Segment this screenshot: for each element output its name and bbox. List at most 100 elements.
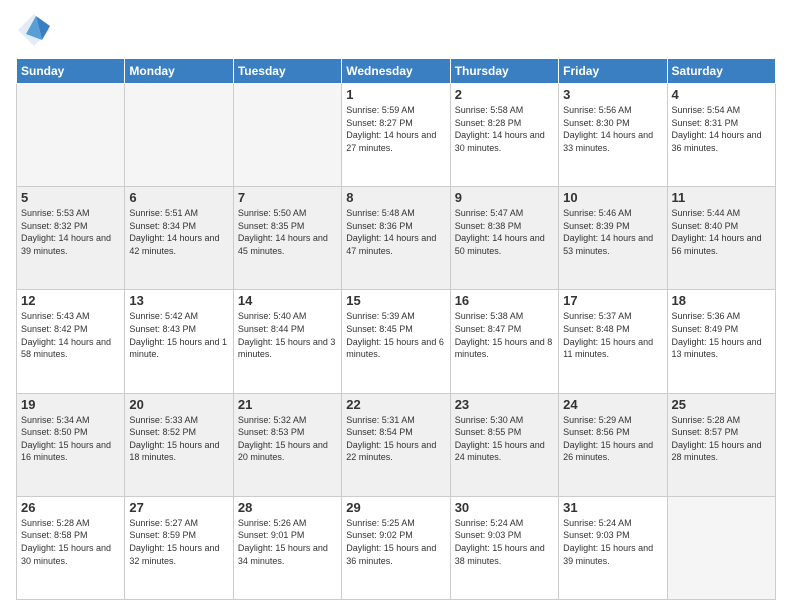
- day-number: 30: [455, 500, 554, 515]
- table-row: 25 Sunrise: 5:28 AMSunset: 8:57 PMDayligh…: [667, 393, 775, 496]
- day-number: 21: [238, 397, 337, 412]
- table-row: 27 Sunrise: 5:27 AMSunset: 8:59 PMDayligh…: [125, 496, 233, 599]
- table-row: 18 Sunrise: 5:36 AMSunset: 8:49 PMDayligh…: [667, 290, 775, 393]
- calendar-header-row: Sunday Monday Tuesday Wednesday Thursday…: [17, 59, 776, 84]
- day-info: Sunrise: 5:28 AMSunset: 8:57 PMDaylight:…: [672, 414, 771, 464]
- table-row: 28 Sunrise: 5:26 AMSunset: 9:01 PMDayligh…: [233, 496, 341, 599]
- day-info: Sunrise: 5:29 AMSunset: 8:56 PMDaylight:…: [563, 414, 662, 464]
- table-row: 22 Sunrise: 5:31 AMSunset: 8:54 PMDayligh…: [342, 393, 450, 496]
- day-info: Sunrise: 5:48 AMSunset: 8:36 PMDaylight:…: [346, 207, 445, 257]
- day-info: Sunrise: 5:56 AMSunset: 8:30 PMDaylight:…: [563, 104, 662, 154]
- table-row: [233, 84, 341, 187]
- table-row: 3 Sunrise: 5:56 AMSunset: 8:30 PMDaylight…: [559, 84, 667, 187]
- day-number: 29: [346, 500, 445, 515]
- table-row: 11 Sunrise: 5:44 AMSunset: 8:40 PMDayligh…: [667, 187, 775, 290]
- table-row: 9Sunrise: 5:47 AMSunset: 8:38 PMDaylight…: [450, 187, 558, 290]
- day-number: 31: [563, 500, 662, 515]
- day-info: Sunrise: 5:42 AMSunset: 8:43 PMDaylight:…: [129, 310, 228, 360]
- col-tuesday: Tuesday: [233, 59, 341, 84]
- table-row: 2Sunrise: 5:58 AMSunset: 8:28 PMDaylight…: [450, 84, 558, 187]
- day-number: 4: [672, 87, 771, 102]
- day-info: Sunrise: 5:51 AMSunset: 8:34 PMDaylight:…: [129, 207, 228, 257]
- table-row: 15Sunrise: 5:39 AMSunset: 8:45 PMDayligh…: [342, 290, 450, 393]
- page: Sunday Monday Tuesday Wednesday Thursday…: [0, 0, 792, 612]
- day-info: Sunrise: 5:44 AMSunset: 8:40 PMDaylight:…: [672, 207, 771, 257]
- calendar-week-row: 12 Sunrise: 5:43 AMSunset: 8:42 PMDayligh…: [17, 290, 776, 393]
- day-number: 1: [346, 87, 445, 102]
- calendar-week-row: 26Sunrise: 5:28 AMSunset: 8:58 PMDayligh…: [17, 496, 776, 599]
- day-info: Sunrise: 5:24 AMSunset: 9:03 PMDaylight:…: [563, 517, 662, 567]
- table-row: 24 Sunrise: 5:29 AMSunset: 8:56 PMDayligh…: [559, 393, 667, 496]
- day-info: Sunrise: 5:53 AMSunset: 8:32 PMDaylight:…: [21, 207, 120, 257]
- day-number: 7: [238, 190, 337, 205]
- table-row: 13 Sunrise: 5:42 AMSunset: 8:43 PMDayligh…: [125, 290, 233, 393]
- day-info: Sunrise: 5:47 AMSunset: 8:38 PMDaylight:…: [455, 207, 554, 257]
- day-info: Sunrise: 5:28 AMSunset: 8:58 PMDaylight:…: [21, 517, 120, 567]
- table-row: [667, 496, 775, 599]
- day-number: 12: [21, 293, 120, 308]
- day-info: Sunrise: 5:58 AMSunset: 8:28 PMDaylight:…: [455, 104, 554, 154]
- day-number: 28: [238, 500, 337, 515]
- day-info: Sunrise: 5:38 AMSunset: 8:47 PMDaylight:…: [455, 310, 554, 360]
- day-number: 24: [563, 397, 662, 412]
- col-wednesday: Wednesday: [342, 59, 450, 84]
- day-info: Sunrise: 5:25 AMSunset: 9:02 PMDaylight:…: [346, 517, 445, 567]
- day-number: 20: [129, 397, 228, 412]
- day-info: Sunrise: 5:31 AMSunset: 8:54 PMDaylight:…: [346, 414, 445, 464]
- table-row: 19Sunrise: 5:34 AMSunset: 8:50 PMDayligh…: [17, 393, 125, 496]
- day-number: 18: [672, 293, 771, 308]
- day-number: 17: [563, 293, 662, 308]
- day-number: 23: [455, 397, 554, 412]
- table-row: 23 Sunrise: 5:30 AMSunset: 8:55 PMDayligh…: [450, 393, 558, 496]
- table-row: [17, 84, 125, 187]
- day-info: Sunrise: 5:46 AMSunset: 8:39 PMDaylight:…: [563, 207, 662, 257]
- col-saturday: Saturday: [667, 59, 775, 84]
- day-info: Sunrise: 5:59 AMSunset: 8:27 PMDaylight:…: [346, 104, 445, 154]
- logo: [16, 12, 56, 48]
- day-info: Sunrise: 5:50 AMSunset: 8:35 PMDaylight:…: [238, 207, 337, 257]
- table-row: 7 Sunrise: 5:50 AMSunset: 8:35 PMDaylight…: [233, 187, 341, 290]
- day-number: 15: [346, 293, 445, 308]
- table-row: 5 Sunrise: 5:53 AMSunset: 8:32 PMDaylight…: [17, 187, 125, 290]
- day-info: Sunrise: 5:32 AMSunset: 8:53 PMDaylight:…: [238, 414, 337, 464]
- table-row: 20Sunrise: 5:33 AMSunset: 8:52 PMDayligh…: [125, 393, 233, 496]
- day-number: 27: [129, 500, 228, 515]
- day-number: 14: [238, 293, 337, 308]
- day-info: Sunrise: 5:26 AMSunset: 9:01 PMDaylight:…: [238, 517, 337, 567]
- table-row: 1 Sunrise: 5:59 AMSunset: 8:27 PMDaylight…: [342, 84, 450, 187]
- day-number: 22: [346, 397, 445, 412]
- day-info: Sunrise: 5:36 AMSunset: 8:49 PMDaylight:…: [672, 310, 771, 360]
- calendar-week-row: 19Sunrise: 5:34 AMSunset: 8:50 PMDayligh…: [17, 393, 776, 496]
- table-row: 10 Sunrise: 5:46 AMSunset: 8:39 PMDayligh…: [559, 187, 667, 290]
- day-info: Sunrise: 5:54 AMSunset: 8:31 PMDaylight:…: [672, 104, 771, 154]
- calendar-week-row: 1 Sunrise: 5:59 AMSunset: 8:27 PMDaylight…: [17, 84, 776, 187]
- day-number: 10: [563, 190, 662, 205]
- day-info: Sunrise: 5:30 AMSunset: 8:55 PMDaylight:…: [455, 414, 554, 464]
- col-monday: Monday: [125, 59, 233, 84]
- day-info: Sunrise: 5:43 AMSunset: 8:42 PMDaylight:…: [21, 310, 120, 360]
- day-info: Sunrise: 5:27 AMSunset: 8:59 PMDaylight:…: [129, 517, 228, 567]
- day-number: 6: [129, 190, 228, 205]
- table-row: 16 Sunrise: 5:38 AMSunset: 8:47 PMDayligh…: [450, 290, 558, 393]
- table-row: 12 Sunrise: 5:43 AMSunset: 8:42 PMDayligh…: [17, 290, 125, 393]
- table-row: [125, 84, 233, 187]
- day-info: Sunrise: 5:40 AMSunset: 8:44 PMDaylight:…: [238, 310, 337, 360]
- col-friday: Friday: [559, 59, 667, 84]
- day-number: 11: [672, 190, 771, 205]
- header: [16, 12, 776, 48]
- table-row: 6 Sunrise: 5:51 AMSunset: 8:34 PMDaylight…: [125, 187, 233, 290]
- day-number: 3: [563, 87, 662, 102]
- table-row: 14 Sunrise: 5:40 AMSunset: 8:44 PMDayligh…: [233, 290, 341, 393]
- table-row: 29 Sunrise: 5:25 AMSunset: 9:02 PMDayligh…: [342, 496, 450, 599]
- day-number: 5: [21, 190, 120, 205]
- table-row: 31 Sunrise: 5:24 AMSunset: 9:03 PMDayligh…: [559, 496, 667, 599]
- logo-icon: [16, 12, 52, 48]
- col-thursday: Thursday: [450, 59, 558, 84]
- table-row: 21 Sunrise: 5:32 AMSunset: 8:53 PMDayligh…: [233, 393, 341, 496]
- day-number: 13: [129, 293, 228, 308]
- day-number: 25: [672, 397, 771, 412]
- day-info: Sunrise: 5:24 AMSunset: 9:03 PMDaylight:…: [455, 517, 554, 567]
- day-info: Sunrise: 5:37 AMSunset: 8:48 PMDaylight:…: [563, 310, 662, 360]
- day-number: 16: [455, 293, 554, 308]
- table-row: 26Sunrise: 5:28 AMSunset: 8:58 PMDayligh…: [17, 496, 125, 599]
